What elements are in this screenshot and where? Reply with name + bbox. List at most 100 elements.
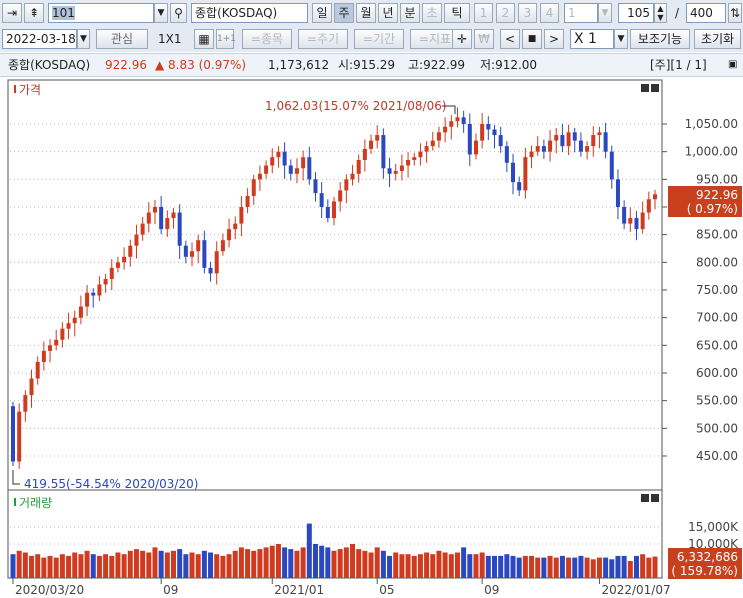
candle xyxy=(615,179,620,207)
candle xyxy=(159,206,164,230)
volume-bar xyxy=(529,555,535,578)
x-tick-label: 09 xyxy=(484,583,499,597)
volume-bar xyxy=(22,552,28,578)
volume-bar xyxy=(368,552,374,578)
candle xyxy=(48,345,53,351)
price-tick-label: 450.00 xyxy=(696,449,738,463)
volume-bar xyxy=(633,555,639,578)
volume-bar xyxy=(603,557,609,578)
high-annotation: 1,062.03(15.07% 2021/08/06) xyxy=(265,99,447,113)
volume-bar xyxy=(84,550,90,578)
candle xyxy=(122,256,127,263)
volume-bar xyxy=(424,552,430,578)
candle xyxy=(91,292,96,296)
x-tick-label: 09 xyxy=(163,583,178,597)
volume-bar xyxy=(251,550,257,578)
candle xyxy=(146,212,151,224)
candle xyxy=(480,124,485,141)
volume-bar xyxy=(140,550,146,578)
volume-bar xyxy=(177,549,183,578)
candle xyxy=(430,140,435,147)
volume-bar xyxy=(282,547,288,578)
candle xyxy=(134,234,139,246)
candle xyxy=(282,151,287,166)
chart[interactable]: 1,050.001,000.00950.00900.00850.00800.00… xyxy=(0,0,743,598)
price-tick-label: 650.00 xyxy=(696,338,738,352)
candle xyxy=(622,206,627,224)
volume-bar xyxy=(578,555,584,578)
candle xyxy=(183,245,188,257)
volume-bar xyxy=(214,554,220,578)
volume-bar xyxy=(615,555,621,578)
candle xyxy=(443,126,448,133)
candle xyxy=(11,406,15,462)
volume-bar xyxy=(442,552,448,578)
volume-bar xyxy=(399,554,405,578)
candle xyxy=(529,151,534,158)
candle xyxy=(78,306,83,318)
candle xyxy=(369,140,374,149)
x-tick-label: 05 xyxy=(379,583,394,597)
volume-bar xyxy=(47,555,53,578)
volume-bar xyxy=(269,545,275,578)
candle xyxy=(103,278,108,285)
candle xyxy=(424,146,429,152)
volume-bar xyxy=(516,557,522,578)
candle xyxy=(653,194,657,200)
volume-bar xyxy=(621,555,627,578)
volume-bar xyxy=(10,554,16,578)
candle xyxy=(152,206,157,213)
volume-bar xyxy=(201,550,207,578)
volume-bar xyxy=(41,557,47,578)
candle xyxy=(190,251,195,257)
volume-bar xyxy=(300,547,306,578)
candle xyxy=(307,157,312,180)
volume-tick-label: 15,000K xyxy=(688,520,739,534)
candle xyxy=(257,173,262,180)
volume-close-icon[interactable] xyxy=(651,494,659,502)
candle xyxy=(165,218,170,230)
last-pct: ( 0.97%) xyxy=(687,202,738,216)
low-annotation: 419.55(-54.54% 2020/03/20) xyxy=(24,477,198,491)
candle xyxy=(128,245,133,257)
volume-bar xyxy=(436,550,442,578)
candle xyxy=(640,212,645,230)
candle xyxy=(560,135,565,147)
volume-bar xyxy=(171,550,176,578)
candle xyxy=(350,173,355,180)
volume-bar xyxy=(343,547,349,578)
volume-bar xyxy=(467,554,473,578)
volume-bar xyxy=(226,554,232,578)
price-tick-label: 550.00 xyxy=(696,394,738,408)
candle xyxy=(597,132,602,136)
volume-bar xyxy=(448,554,454,578)
volume-bar xyxy=(220,555,226,578)
candle xyxy=(566,132,571,147)
candle xyxy=(554,135,559,141)
candle xyxy=(603,132,608,152)
volume-bar xyxy=(121,554,127,578)
volume-bar xyxy=(78,554,84,578)
price-tick-label: 950.00 xyxy=(696,172,738,186)
candle xyxy=(344,179,349,191)
candle xyxy=(115,262,120,268)
volume-bar xyxy=(72,552,78,578)
pane-minimize-icon[interactable] xyxy=(641,84,649,92)
volume-bar xyxy=(473,554,479,578)
volume-minimize-icon[interactable] xyxy=(641,494,649,502)
candle xyxy=(523,157,528,191)
volume-bar xyxy=(29,555,35,578)
candle xyxy=(85,292,90,307)
volume-bar xyxy=(535,557,541,578)
pane-close-icon[interactable] xyxy=(651,84,659,92)
candle xyxy=(338,190,343,202)
volume-bar xyxy=(541,557,547,578)
volume-bar xyxy=(498,555,504,578)
volume-bar xyxy=(208,552,214,578)
volume-bar xyxy=(454,552,460,578)
volume-bar xyxy=(590,559,596,578)
candle xyxy=(23,395,28,412)
candle xyxy=(177,212,182,246)
last-price: 922.96 xyxy=(696,188,738,202)
volume-bar xyxy=(559,555,565,578)
